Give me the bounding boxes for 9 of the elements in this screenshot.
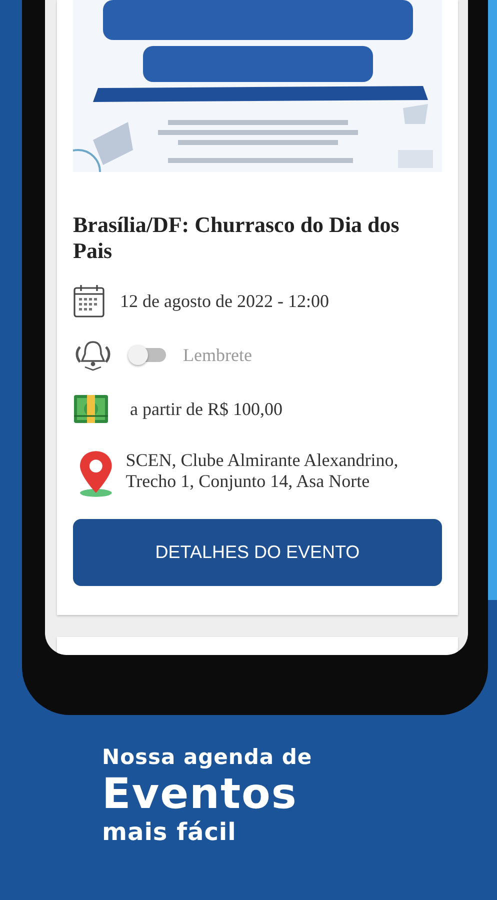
reminder-label: Lembrete xyxy=(183,344,252,366)
tagline-heading: Eventos xyxy=(102,771,298,817)
event-details-button[interactable]: DETALHES DO EVENTO xyxy=(73,519,442,586)
event-title: Brasília/DF: Churrasco do Dia dos Pais xyxy=(73,212,400,264)
tagline-text: mais fácil xyxy=(102,817,238,847)
event-price: a partir de R$ 100,00 xyxy=(130,398,282,420)
event-address: SCEN, Clube Almirante Alexandrino, Trecho 1, Conjunto 14, Asa Norte xyxy=(126,450,400,492)
tagline-text: Nossa agenda de xyxy=(102,744,314,771)
event-date: 12 de agosto de 2022 - 12:00 xyxy=(120,290,329,312)
